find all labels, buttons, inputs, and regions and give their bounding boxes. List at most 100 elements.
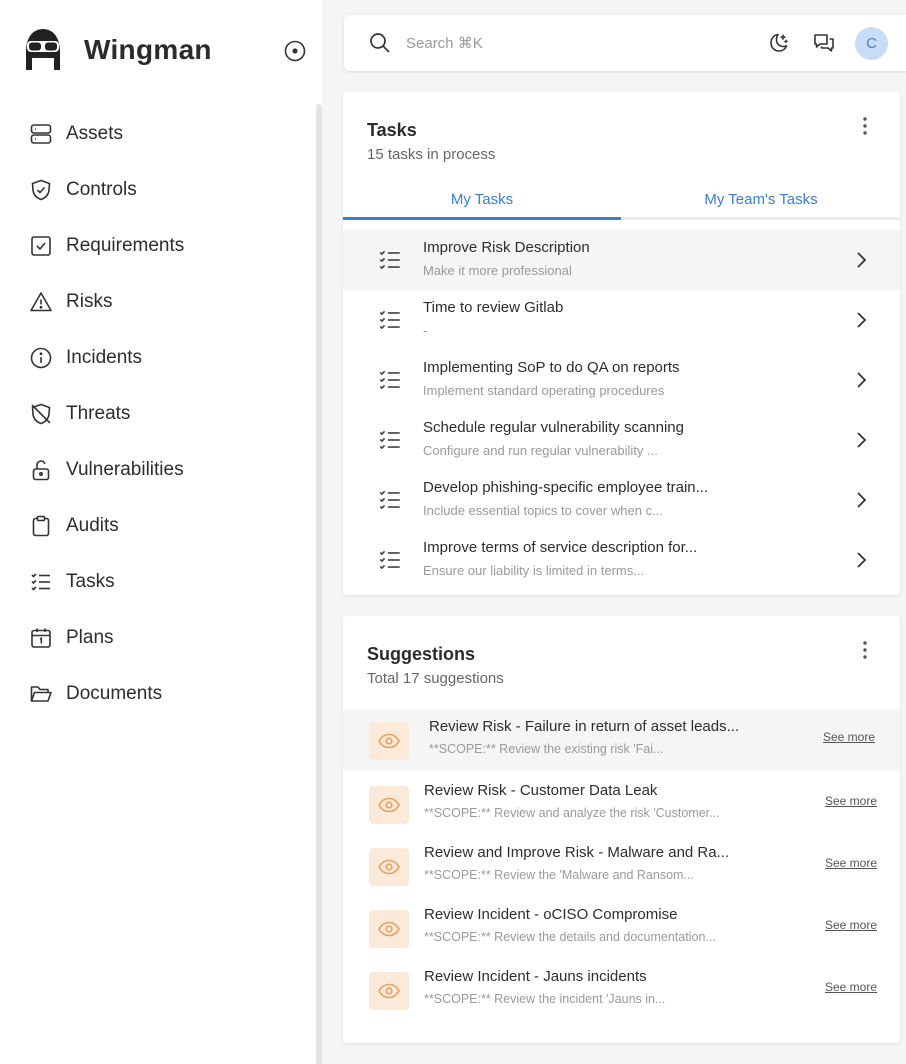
search-input[interactable] (406, 29, 706, 57)
suggestions-card: Suggestions Total 17 suggestions Review … (343, 616, 900, 1043)
task-title: Implementing SoP to do QA on reports (423, 359, 680, 376)
suggestion-title: Review and Improve Risk - Malware and Ra… (424, 844, 730, 861)
suggestion-row[interactable]: Review Risk - Failure in return of asset… (343, 709, 900, 771)
sidebar-item-tasks[interactable]: Tasks (28, 554, 298, 610)
suggestion-row[interactable]: Review Risk - Customer Data Leak **SCOPE… (343, 773, 900, 835)
suggestion-row[interactable]: Review Incident - oCISO Compromise **SCO… (343, 897, 900, 959)
shield-check-icon (28, 177, 54, 203)
task-row[interactable]: Develop phishing-specific employee train… (343, 470, 900, 530)
task-row[interactable]: Implementing SoP to do QA on reports Imp… (343, 350, 900, 410)
avatar[interactable]: C (855, 27, 888, 60)
sidebar-item-label: Incidents (66, 347, 143, 368)
sidebar-item-label: Audits (66, 515, 119, 536)
sidebar-item-audits[interactable]: Audits (28, 498, 298, 554)
sidebar: Wingman Assets Controls Requirements Ris… (0, 0, 322, 1064)
task-row[interactable]: Time to review Gitlab - (343, 290, 900, 350)
brand: Wingman (22, 26, 312, 74)
sidebar-nav: Assets Controls Requirements Risks Incid… (28, 106, 298, 722)
eye-icon (369, 786, 409, 824)
sidebar-item-documents[interactable]: Documents (28, 666, 298, 722)
list-check-icon (377, 367, 403, 393)
task-title: Develop phishing-specific employee train… (423, 479, 709, 496)
suggestion-description: **SCOPE:** Review the incident 'Jauns in… (424, 992, 666, 1006)
task-title: Schedule regular vulnerability scanning (423, 419, 684, 436)
list-check-icon (377, 247, 403, 273)
sidebar-item-label: Documents (66, 683, 163, 704)
sidebar-item-requirements[interactable]: Requirements (28, 218, 298, 274)
folder-open-icon (28, 681, 54, 707)
more-vertical-icon[interactable] (860, 639, 870, 661)
task-title: Improve terms of service description for… (423, 539, 698, 556)
sidebar-scrollbar[interactable] (316, 104, 322, 1064)
unlock-icon (28, 457, 54, 483)
eye-icon (369, 722, 409, 760)
tasks-title: Tasks (367, 120, 417, 140)
calendar-icon (28, 625, 54, 651)
task-description: Make it more professional (423, 263, 572, 278)
suggestion-description: **SCOPE:** Review the 'Malware and Ranso… (424, 868, 694, 882)
suggestion-description: **SCOPE:** Review the existing risk 'Fai… (429, 742, 664, 756)
see-more-link[interactable]: See more (823, 730, 875, 744)
sidebar-item-label: Threats (66, 403, 131, 424)
sidebar-item-label: Risks (66, 291, 113, 312)
see-more-link[interactable]: See more (825, 980, 877, 994)
circle-dot-icon[interactable] (284, 40, 306, 62)
list-check-icon (28, 569, 54, 595)
server-icon (28, 121, 54, 147)
task-title: Time to review Gitlab (423, 299, 564, 316)
suggestions-title: Suggestions (367, 644, 476, 664)
sidebar-item-label: Requirements (66, 235, 185, 256)
task-description: Implement standard operating procedures (423, 383, 665, 398)
chevron-right-icon (853, 550, 869, 570)
sidebar-item-assets[interactable]: Assets (28, 106, 298, 162)
task-description: Include essential topics to cover when c… (423, 503, 663, 518)
task-row[interactable]: Improve terms of service description for… (343, 530, 900, 590)
see-more-link[interactable]: See more (825, 856, 877, 870)
more-vertical-icon[interactable] (860, 115, 870, 137)
list-check-icon (377, 307, 403, 333)
sidebar-item-risks[interactable]: Risks (28, 274, 298, 330)
suggestions-subtitle: Total 17 suggestions (367, 670, 504, 687)
list-check-icon (377, 427, 403, 453)
chevron-right-icon (853, 370, 869, 390)
suggestion-description: **SCOPE:** Review the details and docume… (424, 930, 716, 944)
tasks-card: Tasks 15 tasks in process My Tasks My Te… (343, 92, 900, 595)
see-more-link[interactable]: See more (825, 918, 877, 932)
sidebar-item-plans[interactable]: Plans (28, 610, 298, 666)
sidebar-item-incidents[interactable]: Incidents (28, 330, 298, 386)
task-description: Configure and run regular vulnerability … (423, 443, 658, 458)
eye-icon (369, 910, 409, 948)
eye-icon (369, 972, 409, 1010)
sidebar-item-controls[interactable]: Controls (28, 162, 298, 218)
moon-stars-icon[interactable] (766, 31, 790, 55)
task-row[interactable]: Schedule regular vulnerability scanning … (343, 410, 900, 470)
clipboard-icon (28, 513, 54, 539)
suggestion-title: Review Risk - Failure in return of asset… (429, 718, 740, 735)
sidebar-item-label: Plans (66, 627, 114, 648)
see-more-link[interactable]: See more (825, 794, 877, 808)
sidebar-item-vulnerabilities[interactable]: Vulnerabilities (28, 442, 298, 498)
suggestion-row[interactable]: Review Incident - Jauns incidents **SCOP… (343, 959, 900, 1021)
task-description: Ensure our liability is limited in terms… (423, 563, 645, 578)
messages-icon[interactable] (812, 31, 836, 55)
chevron-right-icon (853, 310, 869, 330)
suggestion-row[interactable]: Review and Improve Risk - Malware and Ra… (343, 835, 900, 897)
eye-icon (369, 848, 409, 886)
suggestion-title: Review Incident - Jauns incidents (424, 968, 647, 985)
pilot-helmet-icon (22, 26, 64, 74)
sidebar-item-label: Vulnerabilities (66, 459, 184, 480)
tab-my-teams-tasks[interactable]: My Team's Tasks (622, 188, 900, 220)
task-row[interactable]: Improve Risk Description Make it more pr… (343, 230, 900, 290)
chevron-right-icon (853, 250, 869, 270)
sidebar-item-label: Assets (66, 123, 124, 144)
tasks-subtitle: 15 tasks in process (367, 146, 496, 163)
tab-my-tasks[interactable]: My Tasks (343, 188, 621, 220)
brand-name: Wingman (84, 34, 212, 65)
sidebar-item-threats[interactable]: Threats (28, 386, 298, 442)
warning-triangle-icon (28, 289, 54, 315)
list-check-icon (377, 487, 403, 513)
checkbox-icon (28, 233, 54, 259)
suggestion-title: Review Incident - oCISO Compromise (424, 906, 678, 923)
suggestion-description: **SCOPE:** Review and analyze the risk '… (424, 806, 720, 820)
list-check-icon (377, 547, 403, 573)
